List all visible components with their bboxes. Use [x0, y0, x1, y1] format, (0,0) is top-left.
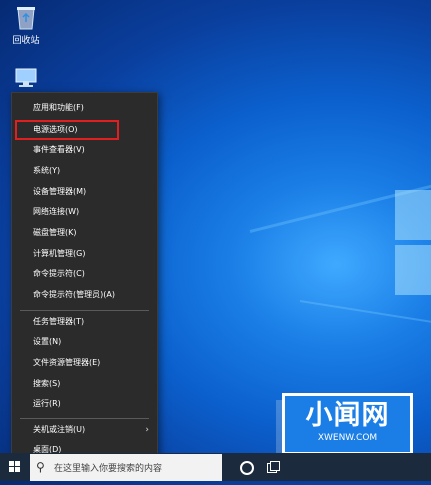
menu-item-label: 磁盘管理(K) [33, 228, 77, 237]
menu-item-file-explorer[interactable]: 文件资源管理器(E) [12, 353, 157, 373]
menu-item-label: 运行(R) [33, 399, 61, 408]
wallpaper-beam [299, 300, 431, 334]
search-placeholder: 在这里输入你要搜索的内容 [54, 464, 163, 474]
wallpaper-windows-logo [395, 190, 431, 300]
menu-item-task-manager[interactable]: 任务管理器(T) [12, 312, 157, 332]
menu-item-label: 设备管理器(M) [33, 187, 87, 196]
menu-item-run[interactable]: 运行(R) [12, 394, 157, 414]
computer-icon [13, 68, 39, 88]
menu-item-label: 命令提示符(C) [33, 269, 85, 278]
menu-item-event-viewer[interactable]: 事件查看器(V) [12, 140, 157, 160]
search-icon: ⚲ [36, 460, 45, 474]
menu-item-search[interactable]: 搜索(S) [12, 374, 157, 394]
menu-item-command-prompt-admin[interactable]: 命令提示符(管理员)(A) [12, 285, 157, 305]
windows-start-icon [9, 461, 20, 472]
watermark-title: 小闻网 [305, 400, 390, 431]
recycle-bin-label: 回收站 [12, 36, 40, 46]
desktop-icon-this-pc[interactable] [4, 68, 48, 88]
menu-item-computer-management[interactable]: 计算机管理(G) [12, 244, 157, 264]
menu-separator [20, 418, 149, 419]
recycle-bin-icon [15, 4, 37, 30]
menu-item-disk-management[interactable]: 磁盘管理(K) [12, 223, 157, 243]
task-view-icon[interactable] [267, 461, 280, 473]
menu-item-device-manager[interactable]: 设备管理器(M) [12, 182, 157, 202]
taskbar-search-box[interactable]: ⚲ 在这里输入你要搜索的内容 [30, 454, 222, 481]
menu-item-label: 事件查看器(V) [33, 145, 85, 154]
menu-item-label: 任务管理器(T) [33, 317, 85, 326]
menu-item-label: 命令提示符(管理员)(A) [33, 290, 115, 299]
winx-context-menu: 应用和功能(F) 电源选项(O) 事件查看器(V) 系统(Y) 设备管理器(M)… [11, 92, 158, 462]
menu-item-settings[interactable]: 设置(N) [12, 332, 157, 352]
menu-separator [20, 310, 149, 311]
taskbar: ⚲ 在这里输入你要搜索的内容 [0, 453, 431, 481]
menu-item-apps-features[interactable]: 应用和功能(F) [12, 98, 157, 118]
menu-item-label: 文件资源管理器(E) [33, 358, 101, 367]
menu-item-network-connections[interactable]: 网络连接(W) [12, 202, 157, 222]
desktop-icon-recycle-bin[interactable]: 回收站 [4, 4, 48, 46]
menu-item-label: 应用和功能(F) [33, 103, 84, 112]
menu-item-label: 系统(Y) [33, 166, 61, 175]
menu-item-label: 网络连接(W) [33, 207, 80, 216]
menu-item-shutdown-signout[interactable]: 关机或注销(U) › [12, 420, 157, 440]
menu-item-system[interactable]: 系统(Y) [12, 161, 157, 181]
cortana-icon[interactable] [240, 461, 254, 475]
menu-item-label: 关机或注销(U) [33, 425, 86, 434]
menu-item-label: 设置(N) [33, 337, 62, 346]
start-button[interactable] [0, 453, 30, 481]
watermark-logo: 小闻网 XWENW.COM [282, 393, 413, 455]
chevron-right-icon: › [145, 425, 149, 435]
menu-item-label: 计算机管理(G) [33, 249, 86, 258]
menu-item-command-prompt[interactable]: 命令提示符(C) [12, 264, 157, 284]
red-highlight-box [15, 120, 119, 140]
watermark-subtitle: XWENW.COM [317, 433, 378, 443]
menu-item-label: 搜索(S) [33, 379, 61, 388]
